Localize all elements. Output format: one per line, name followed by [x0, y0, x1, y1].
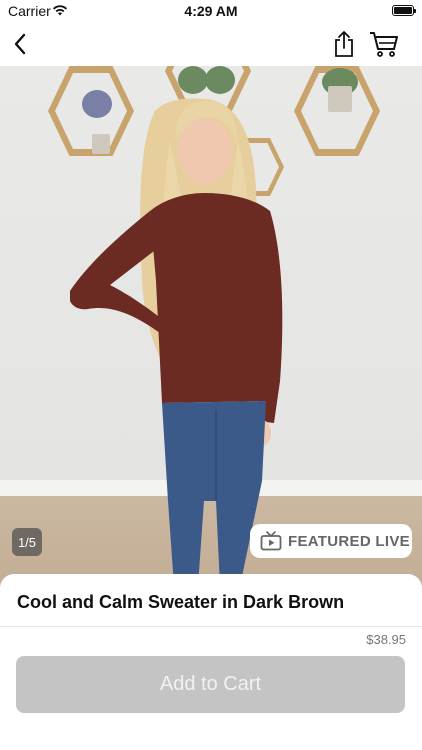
featured-live-badge[interactable]: FEATURED LIVE — [250, 524, 412, 558]
share-button[interactable] — [328, 28, 360, 60]
add-to-cart-button[interactable]: Add to Cart — [16, 656, 405, 713]
product-title: Cool and Calm Sweater in Dark Brown — [17, 592, 345, 612]
clock: 4:29 AM — [184, 3, 238, 19]
cart-icon — [370, 32, 398, 57]
product-image[interactable]: 1/5 FEATURED LIVE — [0, 66, 422, 596]
battery-icon — [392, 5, 416, 16]
divider — [0, 626, 422, 627]
product-price: $38.95 — [366, 632, 406, 647]
featured-live-label: FEATURED LIVE — [288, 532, 410, 550]
share-icon — [335, 31, 353, 57]
plant-pot — [328, 86, 352, 112]
product-sheet: Cool and Calm Sweater in Dark Brown $38.… — [0, 574, 422, 750]
model-figure — [70, 98, 283, 596]
nav-bar — [0, 22, 422, 66]
tv-play-icon — [260, 531, 282, 551]
chevron-left-icon — [14, 33, 26, 55]
status-bar: Carrier 4:29 AM — [0, 0, 422, 22]
photo-counter: 1/5 — [12, 528, 42, 556]
cart-button[interactable] — [368, 28, 400, 60]
back-button[interactable] — [4, 28, 36, 60]
